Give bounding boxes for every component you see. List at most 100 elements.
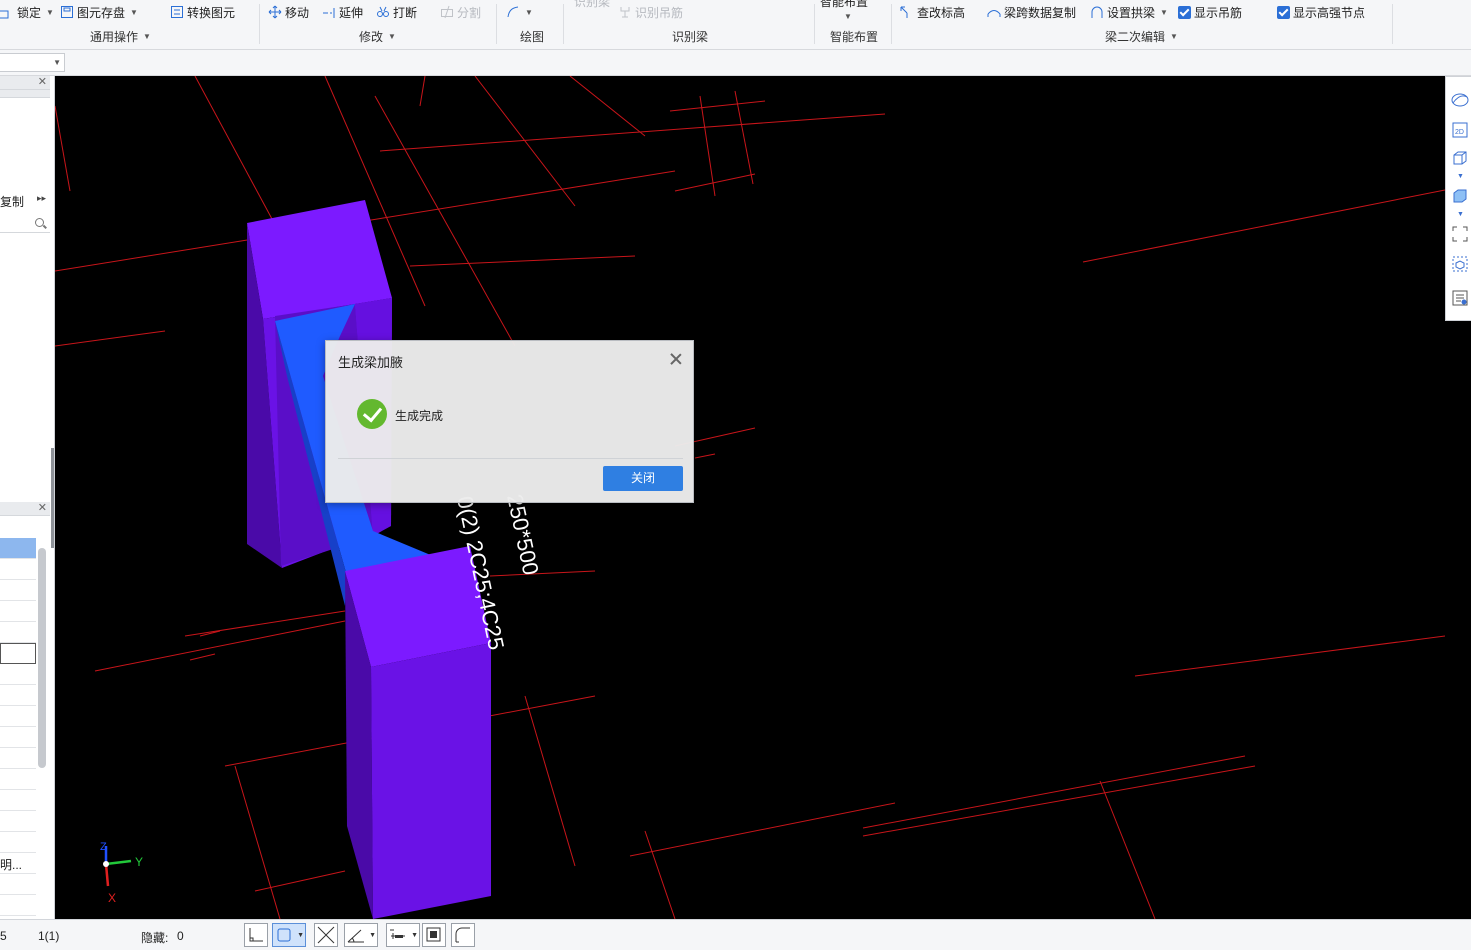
identify-beam-button[interactable]: 识别梁 (574, 0, 610, 10)
snap-mode-toggle[interactable]: ▼ (272, 923, 306, 947)
identify-beam-group-label: 识别梁 (672, 28, 708, 45)
list-item[interactable] (0, 895, 36, 916)
cross-icon (317, 926, 335, 944)
list-item[interactable] (0, 580, 36, 601)
curve-tool-toggle[interactable] (451, 923, 475, 947)
view-3d-icon[interactable] (1451, 149, 1469, 167)
check-elevation-button[interactable]: 查改标高 (900, 3, 965, 21)
chevron-down-icon: ▼ (53, 58, 61, 67)
set-arch-beam-button[interactable]: 设置拱梁 ▼ (1090, 3, 1168, 21)
hanger-icon (618, 5, 632, 19)
scrollbar[interactable] (38, 548, 46, 768)
view-2d-icon[interactable]: 2D (1451, 121, 1469, 139)
angle-snap-toggle[interactable]: ▼ (344, 923, 378, 947)
list-item[interactable] (0, 769, 36, 790)
extend-button[interactable]: 延伸 (322, 3, 363, 21)
chevron-down-icon[interactable]: ▼ (1457, 173, 1464, 180)
list-item[interactable] (0, 748, 36, 769)
dialog-divider (338, 458, 683, 459)
screen-capture-toggle[interactable] (422, 923, 446, 947)
chevron-down-icon[interactable]: ▼ (844, 12, 852, 21)
arch-icon (1090, 5, 1104, 19)
list-item[interactable] (0, 559, 36, 580)
list-item[interactable] (0, 790, 36, 811)
chevron-down-icon: ▼ (297, 932, 304, 939)
list-item[interactable] (0, 622, 36, 643)
split-button[interactable]: 分割 (440, 3, 481, 21)
close-icon[interactable]: ✕ (38, 76, 47, 88)
close-icon[interactable] (669, 352, 683, 366)
viewport-canvas[interactable]: 250*500 0(2) 2C25;4C25 Z Y X (55, 76, 1445, 919)
list-item[interactable] (0, 685, 36, 706)
axis-x-label: X (108, 891, 116, 905)
identify-hanger-button[interactable]: 识别吊筋 (618, 3, 683, 21)
status-bar: 5 1(1) 隐藏: 0 ▼ ▼ ▼ (0, 919, 1471, 950)
status-field-2: 1(1) (38, 929, 60, 943)
3d-viewport[interactable]: 250*500 0(2) 2C25;4C25 Z Y X (55, 76, 1445, 919)
smart-layout-button[interactable]: 智能布置 (820, 0, 868, 10)
fullscreen-icon[interactable] (1451, 225, 1469, 243)
lower-beam-segment[interactable] (345, 546, 491, 919)
copy-button[interactable]: 复制 ▸▸ (0, 191, 50, 211)
list-item[interactable] (0, 811, 36, 832)
list-item[interactable] (0, 727, 36, 748)
check-elevation-label: 查改标高 (917, 5, 966, 20)
modify-group-label[interactable]: 修改 ▼ (359, 28, 396, 45)
offset-snap-toggle[interactable]: ▼ (386, 923, 420, 947)
ortho-icon (249, 928, 263, 942)
properties-view-icon[interactable] (1451, 289, 1469, 307)
display-mode-icon[interactable] (1451, 187, 1469, 205)
span-data-copy-button[interactable]: 梁跨数据复制 (987, 3, 1076, 21)
cross-snap-toggle[interactable] (314, 923, 338, 947)
chevron-down-icon: ▼ (130, 7, 138, 17)
identify-beam-group-text: 识别梁 (672, 30, 709, 44)
left-panel: ✕ 复制 ▸▸ ✕ 明... (0, 76, 55, 919)
list-item[interactable]: 明... (0, 853, 36, 874)
separator (814, 4, 815, 44)
chevron-down-icon: ▼ (388, 32, 396, 41)
draw-group-label: 绘图 (520, 28, 544, 45)
ortho-toggle[interactable] (244, 923, 268, 947)
lock-button[interactable]: 锁定 ▼ (0, 3, 54, 21)
chevron-down-icon[interactable]: ▼ (1457, 211, 1464, 218)
beam-size-label: 250*500 (502, 492, 543, 577)
convert-elements-icon (170, 5, 184, 19)
show-strengthened-node-checkbox[interactable]: 显示高强节点 (1277, 3, 1365, 21)
modify-label-text: 修改 (359, 30, 384, 44)
offset-icon (390, 929, 405, 939)
list-item[interactable] (0, 832, 36, 853)
list-item[interactable] (0, 874, 36, 895)
break-button[interactable]: 打断 (376, 3, 417, 21)
general-ops-group-label[interactable]: 通用操作 ▼ (90, 28, 151, 45)
status-field-1: 5 (0, 929, 7, 943)
draw-arc-button[interactable]: ▼ (506, 3, 533, 21)
curve-icon (455, 927, 470, 943)
beam-edit-group-label[interactable]: 梁二次编辑 ▼ (1105, 28, 1178, 45)
list-item[interactable] (0, 601, 36, 622)
list-item[interactable] (0, 664, 36, 685)
show-hanger-checkbox[interactable]: 显示吊筋 (1178, 3, 1242, 21)
double-chevron-right-icon[interactable]: ▸▸ (37, 193, 46, 204)
chevron-down-icon: ▼ (143, 32, 151, 41)
angle-icon (347, 929, 364, 943)
axis-gizmo: Z Y X (100, 841, 143, 905)
identify-beam-label: 识别梁 (574, 0, 611, 9)
close-icon[interactable]: ✕ (38, 501, 47, 514)
success-check-icon (357, 399, 387, 429)
list-item-editing[interactable] (0, 643, 36, 664)
convert-elements-button[interactable]: 转换图元 (170, 3, 235, 21)
beam-edit-group-text: 梁二次编辑 (1105, 30, 1166, 44)
capture-icon (426, 927, 441, 942)
save-elements-button[interactable]: 图元存盘 ▼ (60, 3, 138, 21)
list-item[interactable] (0, 538, 36, 559)
dialog-message: 生成完成 (395, 409, 444, 423)
move-button[interactable]: 移动 (268, 3, 309, 21)
dialog-title: 生成梁加腋 (338, 355, 404, 370)
dynamic-observe-icon[interactable] (1451, 91, 1469, 109)
select-view-icon[interactable] (1451, 255, 1469, 273)
component-search[interactable] (0, 215, 50, 233)
search-icon[interactable] (35, 218, 44, 227)
floor-select[interactable]: ▼ (0, 53, 65, 72)
close-button[interactable]: 关闭 (603, 466, 683, 491)
list-item[interactable] (0, 706, 36, 727)
